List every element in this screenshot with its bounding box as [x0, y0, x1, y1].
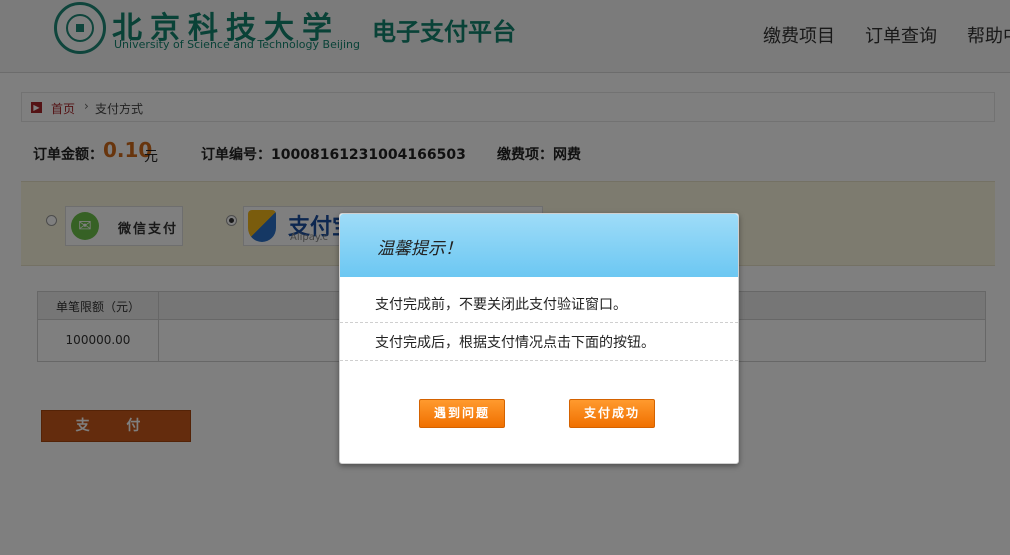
- dialog-message-after: 支付完成后，根据支付情况点击下面的按钮。: [375, 335, 655, 351]
- dialog-divider: [340, 360, 738, 361]
- problem-button[interactable]: 遇到问题: [419, 399, 505, 428]
- payment-tip-dialog: 温馨提示！ 支付完成前，不要关闭此支付验证窗口。 支付完成后，根据支付情况点击下…: [339, 213, 739, 464]
- dialog-title: 温馨提示！: [377, 239, 462, 259]
- dialog-header: 温馨提示！: [340, 214, 738, 277]
- dialog-message-before: 支付完成前，不要关闭此支付验证窗口。: [375, 297, 627, 313]
- payment-success-button[interactable]: 支付成功: [569, 399, 655, 428]
- dialog-divider: [340, 322, 738, 323]
